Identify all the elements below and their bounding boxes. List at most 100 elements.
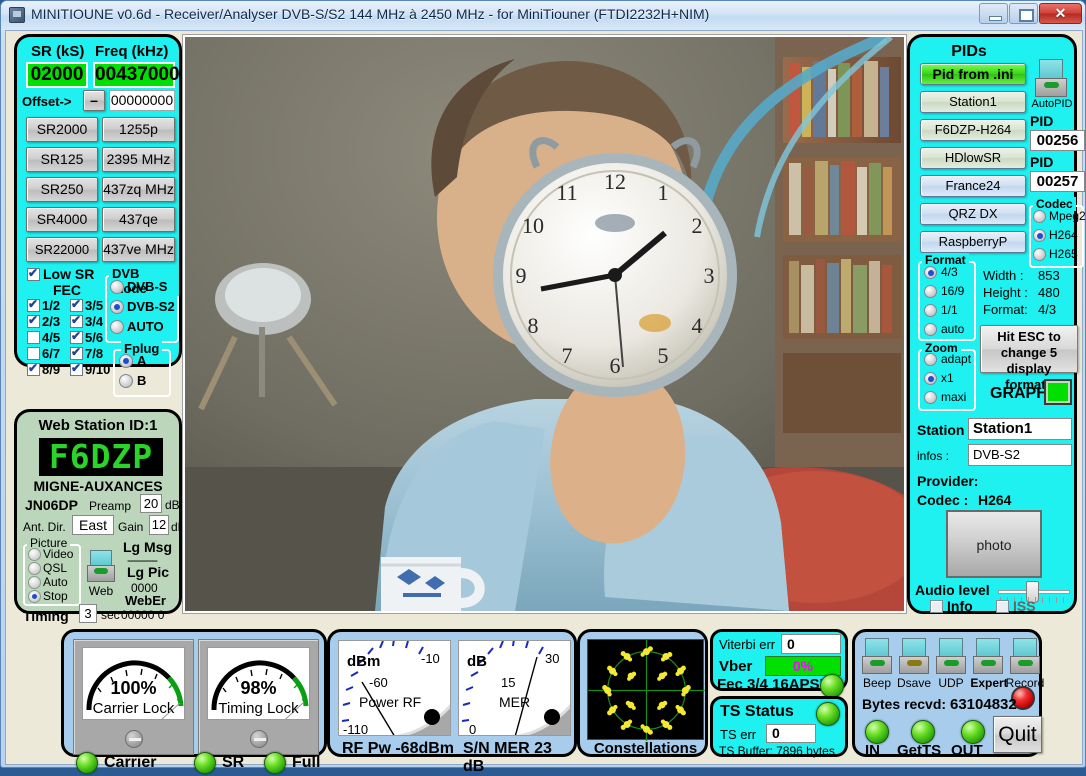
codec-option-h264: H264	[1049, 228, 1078, 242]
led-out	[961, 720, 985, 744]
station-field[interactable]: Station1	[968, 418, 1072, 440]
minimize-button[interactable]	[979, 3, 1008, 24]
format-radio-16-9[interactable]	[924, 285, 937, 298]
preamp-field[interactable]: 20	[140, 494, 162, 513]
pid-button-f6dzp-h264[interactable]: F6DZP-H264	[920, 119, 1026, 141]
timing-label: Timing	[23, 608, 69, 624]
freq-preset-4[interactable]: 437ve MHz	[102, 237, 175, 262]
weber-label: WebEr	[125, 593, 166, 608]
fec-checkbox-8[interactable]	[27, 361, 40, 376]
ant-dir-field[interactable]: East	[72, 515, 114, 535]
iss-checkbox[interactable]	[996, 600, 1009, 613]
svg-text:11: 11	[556, 180, 577, 205]
carrier-lock-gauge: 100% Carrier Lock	[73, 639, 194, 755]
picture-radio-auto[interactable]	[28, 576, 41, 589]
dvb-mode-radio-2[interactable]	[110, 320, 124, 334]
fec-checkbox-1[interactable]	[70, 297, 83, 312]
codec-radio-h265[interactable]	[1033, 248, 1046, 261]
freq-preset-3[interactable]: 437qe MHz	[102, 207, 175, 250]
carrier-gauge-face: 100% Carrier Lock	[82, 647, 185, 720]
pid-button-ini[interactable]: Pid from .ini	[920, 63, 1026, 85]
beep-toggle-switch[interactable]	[862, 638, 892, 674]
carrier-gauge-knob[interactable]	[125, 730, 143, 748]
freq-preset-2[interactable]: 437zq MHz	[102, 177, 175, 202]
maximize-button[interactable]	[1009, 3, 1038, 24]
svg-text:12: 12	[604, 169, 626, 194]
zoom-radio-maxi[interactable]	[924, 391, 937, 404]
close-button[interactable]: ✕	[1039, 3, 1082, 24]
height-label: Height :	[983, 285, 1028, 300]
web-toggle-switch[interactable]	[87, 550, 115, 582]
picture-radio-qsl[interactable]	[28, 562, 41, 575]
esc-hint-button[interactable]: Hit ESC to change 5 display formats	[980, 325, 1078, 392]
fplug-radio-a[interactable]	[119, 354, 133, 368]
zoom-radio-adapt[interactable]	[924, 353, 937, 366]
infos-field[interactable]: DVB-S2	[968, 444, 1072, 466]
picture-radio-video[interactable]	[28, 548, 41, 561]
dvb-mode-radio-1[interactable]	[110, 300, 124, 314]
autopid-toggle-switch[interactable]	[1035, 59, 1067, 97]
close-icon: ✕	[1054, 5, 1067, 21]
fec-checkbox-5[interactable]	[70, 329, 83, 344]
freq-preset-1[interactable]: 2395 MHz	[102, 147, 175, 172]
format-radio-1-1[interactable]	[924, 304, 937, 317]
quit-button[interactable]: Quit	[993, 716, 1042, 753]
zoom-radio-x1[interactable]	[924, 372, 937, 385]
freq-preset-0[interactable]: 1255p MHz	[102, 117, 175, 160]
constellation-display[interactable]	[587, 639, 705, 741]
format-option-auto: auto	[941, 322, 965, 336]
expert-toggle-switch[interactable]	[973, 638, 1003, 674]
sr-preset-3[interactable]: SR4000	[26, 207, 98, 232]
provider-label: Provider:	[917, 473, 979, 489]
pid-button-qrzdx[interactable]: QRZ DX	[920, 203, 1026, 225]
codec-radio-mpeg2[interactable]	[1033, 210, 1046, 223]
codec-radio-h264[interactable]	[1033, 229, 1046, 242]
pid-button-hdlowsr[interactable]: HDlowSR	[920, 147, 1026, 169]
gain-field[interactable]: 12	[149, 515, 169, 535]
window-title: MINITIOUNE v0.6d - Receiver/Analyser DVB…	[31, 6, 710, 22]
video-display[interactable]: 12 1 2 3 4 5 6 7 8 9 10 11	[185, 37, 904, 611]
sr-preset-0[interactable]: SR2000	[26, 117, 98, 142]
lowsr-checkbox[interactable]	[27, 266, 40, 281]
svg-text:2: 2	[692, 213, 703, 238]
fec-checkbox-4[interactable]	[27, 331, 40, 344]
offset-sign-button[interactable]: –	[83, 90, 105, 111]
sr-preset-2[interactable]: SR250	[26, 177, 98, 202]
sr-preset-4[interactable]: SR22000	[26, 237, 98, 262]
fec-checkbox-6[interactable]	[27, 347, 40, 360]
pid-button-france24[interactable]: France24	[920, 175, 1026, 197]
fec-checkbox-0[interactable]	[27, 297, 40, 312]
record-toggle-switch[interactable]	[1010, 638, 1040, 674]
info-checkbox[interactable]	[930, 600, 943, 613]
dvb-mode-radio-0[interactable]	[110, 280, 124, 294]
sr-preset-1[interactable]: SR125	[26, 147, 98, 172]
fec-checkbox-9[interactable]	[70, 361, 83, 376]
fec-checkbox-7[interactable]	[70, 345, 83, 360]
udp-toggle-switch[interactable]	[936, 638, 966, 674]
dvb-mode-option-1: DVB-S2	[127, 299, 175, 314]
web-station-panel: Web Station ID:1 F6DZP MIGNE-AUXANCES JN…	[14, 409, 186, 624]
fec-checkbox-3[interactable]	[70, 313, 83, 328]
pid-button-station1[interactable]: Station1	[920, 91, 1026, 113]
timing-gauge-face: 98% Timing Lock	[207, 647, 310, 720]
graph-led-indicator[interactable]	[1044, 379, 1072, 405]
format-radio-auto[interactable]	[924, 323, 937, 336]
beep-label: Beep	[862, 676, 892, 690]
format-radio-4-3[interactable]	[924, 266, 937, 279]
picture-option-video: Video	[43, 547, 74, 561]
pid-video-field[interactable]: 00256	[1030, 130, 1085, 151]
sr-value-field[interactable]: 02000	[26, 62, 88, 88]
timing-field[interactable]: 3	[79, 604, 97, 623]
ant-dir-label: Ant. Dir.	[23, 520, 66, 534]
fec-checkbox-2[interactable]	[27, 313, 40, 328]
viterbi-err-field: 0	[781, 634, 841, 654]
fplug-radio-b[interactable]	[119, 374, 133, 388]
pid-audio-field[interactable]: 00257	[1030, 171, 1085, 192]
dsave-toggle-switch[interactable]	[899, 638, 929, 674]
picture-radio-stop[interactable]	[28, 590, 41, 603]
offset-value-field[interactable]: 00000000	[109, 90, 175, 111]
timing-gauge-knob[interactable]	[250, 730, 268, 748]
pid-button-raspberryp[interactable]: RaspberryP	[920, 231, 1026, 253]
photo-button[interactable]: photo	[946, 510, 1042, 578]
freq-value-field[interactable]: 00437000	[93, 62, 180, 88]
